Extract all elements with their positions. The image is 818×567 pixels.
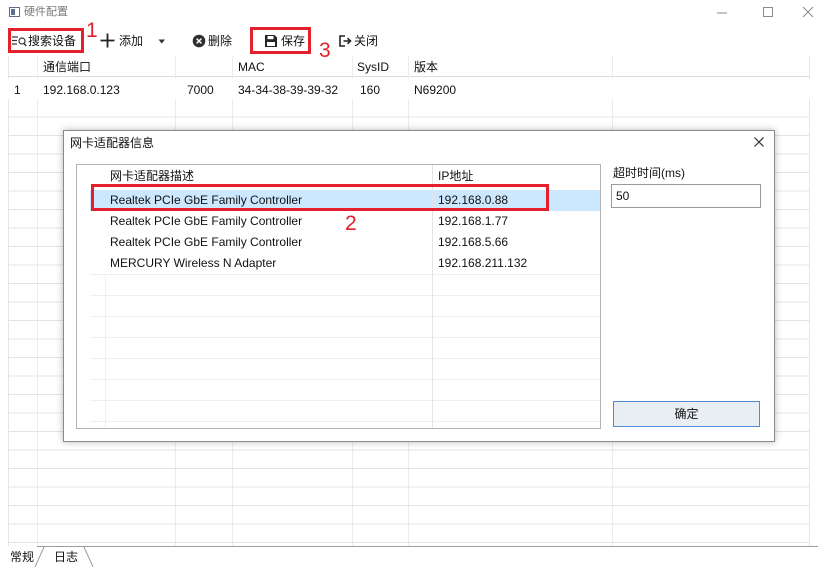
- adapter-description: Realtek PCIe GbE Family Controller: [110, 235, 303, 249]
- delete-label: 删除: [208, 34, 233, 48]
- delete-circle-icon: [192, 34, 206, 48]
- close-label: 关闭: [354, 34, 379, 48]
- annotation-number-2: 2: [345, 212, 357, 235]
- adapter-ip: 192.168.1.77: [438, 214, 509, 228]
- app-icon: [9, 7, 20, 17]
- close-icon[interactable]: [800, 4, 816, 20]
- save-label: 保存: [281, 34, 306, 48]
- title-bar: 硬件配置: [0, 0, 818, 24]
- minimize-icon[interactable]: [714, 4, 730, 20]
- tab-general[interactable]: 常规: [10, 550, 34, 564]
- cell-ip: 192.168.0.123: [43, 83, 120, 97]
- save-button[interactable]: 保存: [262, 31, 308, 51]
- adapter-description: MERCURY Wireless N Adapter: [110, 256, 277, 270]
- list-gutter-divider: [105, 274, 106, 428]
- device-table-header: [8, 56, 810, 77]
- cell-version: N69200: [414, 83, 457, 97]
- close-button[interactable]: 关闭: [337, 31, 383, 51]
- adapter-ip: 192.168.211.132: [438, 256, 528, 270]
- list-grid-lines: [90, 274, 600, 428]
- chevron-down-icon[interactable]: [155, 34, 169, 48]
- list-item[interactable]: MERCURY Wireless N Adapter 192.168.211.1…: [90, 253, 600, 274]
- maximize-icon[interactable]: [760, 4, 776, 20]
- timeout-label: 超时时间(ms): [613, 166, 685, 180]
- list-header: 网卡适配器描述 IP地址: [77, 165, 600, 186]
- column-header-port[interactable]: 通信端口: [43, 60, 91, 74]
- add-button[interactable]: 添加: [98, 31, 146, 51]
- annotation-box-1: [8, 28, 84, 53]
- plus-icon: [99, 32, 116, 49]
- column-header-sysid[interactable]: SysID: [357, 60, 389, 74]
- annotation-number-1: 1: [86, 19, 98, 42]
- list-item[interactable]: Realtek PCIe GbE Family Controller 192.1…: [90, 232, 600, 253]
- window-title: 硬件配置: [24, 6, 68, 18]
- adapter-description: Realtek PCIe GbE Family Controller: [110, 214, 303, 228]
- bottom-tab-bar: 常规 日志: [0, 546, 818, 567]
- cell-port: 7000: [187, 83, 214, 97]
- delete-button[interactable]: 删除: [190, 31, 235, 51]
- table-row[interactable]: 1 192.168.0.123 7000 34-34-38-39-39-32 1…: [8, 79, 810, 99]
- tab-log[interactable]: 日志: [54, 550, 78, 564]
- column-header-version[interactable]: 版本: [414, 60, 438, 74]
- close-icon[interactable]: [752, 135, 766, 149]
- add-label: 添加: [119, 34, 144, 48]
- column-header-description[interactable]: 网卡适配器描述: [110, 169, 194, 183]
- ok-button[interactable]: 确定: [613, 401, 760, 427]
- save-icon: [265, 35, 277, 47]
- timeout-input[interactable]: [611, 184, 761, 208]
- cell-index: 1: [14, 83, 21, 97]
- annotation-box-2: [91, 184, 549, 211]
- adapter-ip: 192.168.5.66: [438, 235, 509, 249]
- adapter-dialog: 网卡适配器信息 网卡适配器描述 IP地址 Realtek PCIe GbE Fa…: [63, 130, 775, 442]
- column-header-mac[interactable]: MAC: [238, 60, 265, 74]
- dialog-title: 网卡适配器信息: [70, 136, 155, 150]
- exit-icon: [339, 35, 352, 47]
- column-header-ip[interactable]: IP地址: [438, 169, 473, 183]
- cell-sysid: 160: [360, 83, 381, 97]
- cell-mac: 34-34-38-39-39-32: [238, 83, 339, 97]
